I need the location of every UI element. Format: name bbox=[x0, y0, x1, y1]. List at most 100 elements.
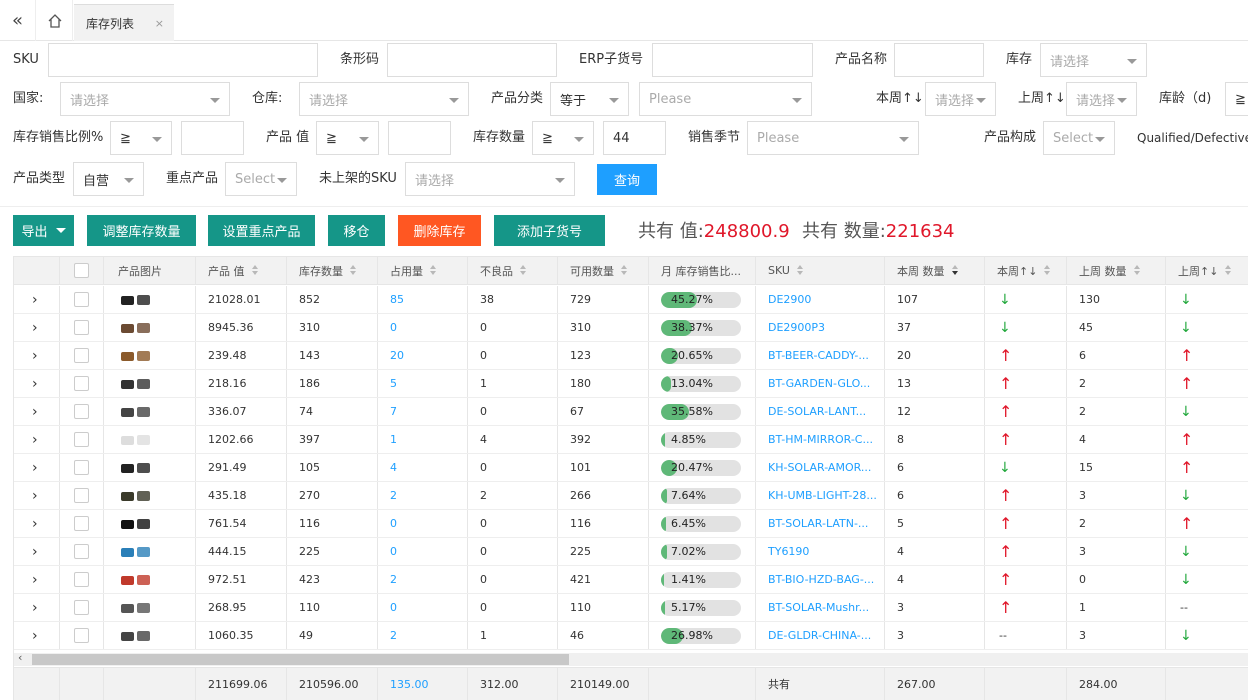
age-operator-select[interactable]: ≧ bbox=[1225, 82, 1248, 116]
sku-cell[interactable]: DE2900P3 bbox=[756, 314, 885, 341]
sku-link[interactable]: TY6190 bbox=[768, 545, 809, 558]
table-row[interactable]: › 972.51 423 2 0 421 1.41% BT-BIO-HZD-BAG-... 4 ↑… bbox=[14, 566, 1248, 594]
sku-cell[interactable]: DE-GLDR-CHINA-... bbox=[756, 622, 885, 649]
row-checkbox[interactable] bbox=[74, 460, 89, 475]
export-button[interactable]: 导出 bbox=[13, 215, 74, 246]
move-warehouse-button[interactable]: 移仓 bbox=[328, 215, 385, 246]
header-stock[interactable]: 库存数量 bbox=[287, 257, 378, 284]
stock-select[interactable]: 请选择 bbox=[1040, 43, 1147, 77]
sort-icon[interactable] bbox=[1044, 265, 1051, 276]
table-row[interactable]: › 761.54 116 0 0 116 6.45% BT-SOLAR-LATN-... 5 ↑ 2… bbox=[14, 510, 1248, 538]
sku-cell[interactable]: BT-GARDEN-GLO... bbox=[756, 370, 885, 397]
table-row[interactable]: › 21028.01 852 85 38 729 45.27% DE2900 107 ↓ 130 ↓ bbox=[14, 286, 1248, 314]
query-button[interactable]: 查询 bbox=[597, 164, 657, 195]
table-row[interactable]: › 291.49 105 4 0 101 20.47% KH-SOLAR-AMOR... 6 ↓ 1… bbox=[14, 454, 1248, 482]
occupied-link[interactable]: 1 bbox=[390, 433, 397, 446]
sku-link[interactable]: DE2900P3 bbox=[768, 321, 825, 334]
header-this-week-trend[interactable]: 本周↑↓ bbox=[985, 257, 1067, 284]
sku-link[interactable]: DE-GLDR-CHINA-... bbox=[768, 629, 871, 642]
type-select[interactable]: 自营 bbox=[73, 162, 144, 196]
value-operator-select[interactable]: ≧ bbox=[316, 121, 379, 155]
product-thumbnail[interactable] bbox=[118, 431, 154, 449]
occupied-cell[interactable]: 0 bbox=[378, 594, 468, 621]
barcode-input[interactable] bbox=[387, 43, 557, 77]
tab-inventory-list[interactable]: 库存列表 × bbox=[74, 4, 174, 41]
select-cell[interactable] bbox=[60, 538, 104, 565]
sku-cell[interactable]: KH-UMB-LIGHT-28... bbox=[756, 482, 885, 509]
expand-row-icon[interactable]: › bbox=[32, 544, 38, 560]
table-row[interactable]: › 1202.66 397 1 4 392 4.85% BT-HM-MIRROR-C... 8 ↑… bbox=[14, 426, 1248, 454]
occupied-link[interactable]: 0 bbox=[390, 517, 397, 530]
header-available[interactable]: 可用数量 bbox=[558, 257, 649, 284]
sku-cell[interactable]: DE-SOLAR-LANT... bbox=[756, 398, 885, 425]
key-product-select[interactable]: Select bbox=[225, 162, 297, 196]
sku-link[interactable]: BT-BEER-CADDY-... bbox=[768, 349, 869, 362]
product-thumbnail[interactable] bbox=[118, 627, 154, 645]
table-row[interactable]: › 1060.35 49 2 1 46 26.98% DE-GLDR-CHINA-... 3 --… bbox=[14, 622, 1248, 650]
header-select-all[interactable] bbox=[60, 257, 104, 284]
occupied-cell[interactable]: 0 bbox=[378, 510, 468, 537]
table-row[interactable]: › 268.95 110 0 0 110 5.17% BT-SOLAR-Mushr... 3 ↑ 1… bbox=[14, 594, 1248, 622]
occupied-cell[interactable]: 7 bbox=[378, 398, 468, 425]
scroll-left-icon[interactable]: ‹ bbox=[18, 651, 22, 664]
expand-row-icon[interactable]: › bbox=[32, 628, 38, 644]
expand-cell[interactable]: › bbox=[14, 454, 60, 481]
sku-input[interactable] bbox=[48, 43, 318, 77]
header-ratio[interactable]: 月 库存销售比... bbox=[649, 257, 756, 284]
product-thumbnail[interactable] bbox=[118, 515, 154, 533]
occupied-link[interactable]: 7 bbox=[390, 405, 397, 418]
sku-cell[interactable]: BT-SOLAR-Mushr... bbox=[756, 594, 885, 621]
product-thumbnail[interactable] bbox=[118, 459, 154, 477]
sku-link[interactable]: BT-SOLAR-LATN-... bbox=[768, 517, 868, 530]
expand-row-icon[interactable]: › bbox=[32, 432, 38, 448]
product-thumbnail[interactable] bbox=[118, 319, 154, 337]
occupied-cell[interactable]: 2 bbox=[378, 566, 468, 593]
sku-link[interactable]: BT-BIO-HZD-BAG-... bbox=[768, 573, 874, 586]
occupied-cell[interactable]: 2 bbox=[378, 482, 468, 509]
sort-icon[interactable] bbox=[251, 265, 259, 276]
expand-cell[interactable]: › bbox=[14, 286, 60, 313]
sort-icon[interactable] bbox=[1225, 265, 1232, 276]
sku-cell[interactable]: BT-HM-MIRROR-C... bbox=[756, 426, 885, 453]
row-checkbox[interactable] bbox=[74, 320, 89, 335]
sku-cell[interactable]: TY6190 bbox=[756, 538, 885, 565]
occupied-cell[interactable]: 85 bbox=[378, 286, 468, 313]
sort-desc-icon[interactable] bbox=[951, 265, 959, 276]
sku-link[interactable]: BT-HM-MIRROR-C... bbox=[768, 433, 873, 446]
sort-icon[interactable] bbox=[430, 265, 437, 276]
expand-cell[interactable]: › bbox=[14, 482, 60, 509]
qty-input[interactable]: 44 bbox=[603, 121, 666, 155]
sku-link[interactable]: DE2900 bbox=[768, 293, 811, 306]
set-key-product-button[interactable]: 设置重点产品 bbox=[208, 215, 315, 246]
select-cell[interactable] bbox=[60, 594, 104, 621]
header-sku[interactable]: SKU bbox=[756, 257, 885, 284]
product-thumbnail[interactable] bbox=[118, 599, 154, 617]
expand-row-icon[interactable]: › bbox=[32, 516, 38, 532]
expand-cell[interactable]: › bbox=[14, 398, 60, 425]
select-cell[interactable] bbox=[60, 370, 104, 397]
occupied-link[interactable]: 2 bbox=[390, 629, 397, 642]
expand-cell[interactable]: › bbox=[14, 622, 60, 649]
expand-row-icon[interactable]: › bbox=[32, 376, 38, 392]
expand-row-icon[interactable]: › bbox=[32, 488, 38, 504]
row-checkbox[interactable] bbox=[74, 348, 89, 363]
close-icon[interactable]: × bbox=[155, 17, 164, 30]
product-thumbnail[interactable] bbox=[118, 291, 154, 309]
occupied-link[interactable]: 4 bbox=[390, 461, 397, 474]
sku-link[interactable]: BT-SOLAR-Mushr... bbox=[768, 601, 869, 614]
product-thumbnail[interactable] bbox=[118, 487, 154, 505]
occupied-link[interactable]: 0 bbox=[390, 545, 397, 558]
select-cell[interactable] bbox=[60, 454, 104, 481]
header-last-week[interactable]: 上周 数量 bbox=[1067, 257, 1166, 284]
sort-icon[interactable] bbox=[621, 265, 628, 276]
table-row[interactable]: › 336.07 74 7 0 67 35.58% DE-SOLAR-LANT... 12 ↑ 2 ↓ bbox=[14, 398, 1248, 426]
home-icon[interactable] bbox=[37, 0, 73, 41]
row-checkbox[interactable] bbox=[74, 600, 89, 615]
unlisted-sku-select[interactable]: 请选择 bbox=[405, 162, 575, 196]
table-row[interactable]: › 218.16 186 5 1 180 13.04% BT-GARDEN-GLO... 13 ↑… bbox=[14, 370, 1248, 398]
select-cell[interactable] bbox=[60, 286, 104, 313]
category-select[interactable]: Please bbox=[639, 82, 812, 116]
occupied-cell[interactable]: 20 bbox=[378, 342, 468, 369]
sort-icon[interactable] bbox=[796, 265, 804, 276]
occupied-cell[interactable]: 0 bbox=[378, 314, 468, 341]
